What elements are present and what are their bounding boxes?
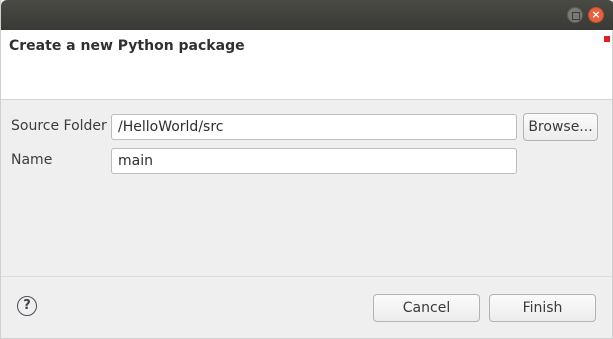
help-button[interactable]: ? [17, 296, 37, 316]
name-input[interactable]: main [111, 148, 517, 174]
cancel-button[interactable]: Cancel [373, 294, 480, 322]
name-label: Name [11, 152, 53, 168]
help-icon: ? [23, 298, 31, 313]
error-marker [604, 36, 610, 42]
maximize-icon [572, 12, 580, 20]
close-button[interactable]: × [588, 7, 604, 23]
source-folder-input[interactable]: /HelloWorld/src [111, 114, 517, 140]
maximize-button[interactable] [567, 7, 583, 23]
dialog-title: Create a new Python package [9, 38, 245, 54]
source-folder-label: Source Folder [11, 118, 107, 134]
dialog-window: × Create a new Python package Source Fol… [0, 0, 613, 339]
footer-divider [1, 276, 612, 277]
close-icon: × [591, 8, 601, 21]
dialog-header: Create a new Python package [1, 30, 612, 100]
titlebar[interactable]: × [1, 0, 613, 30]
finish-button[interactable]: Finish [489, 294, 596, 322]
browse-button[interactable]: Browse... [523, 113, 598, 141]
